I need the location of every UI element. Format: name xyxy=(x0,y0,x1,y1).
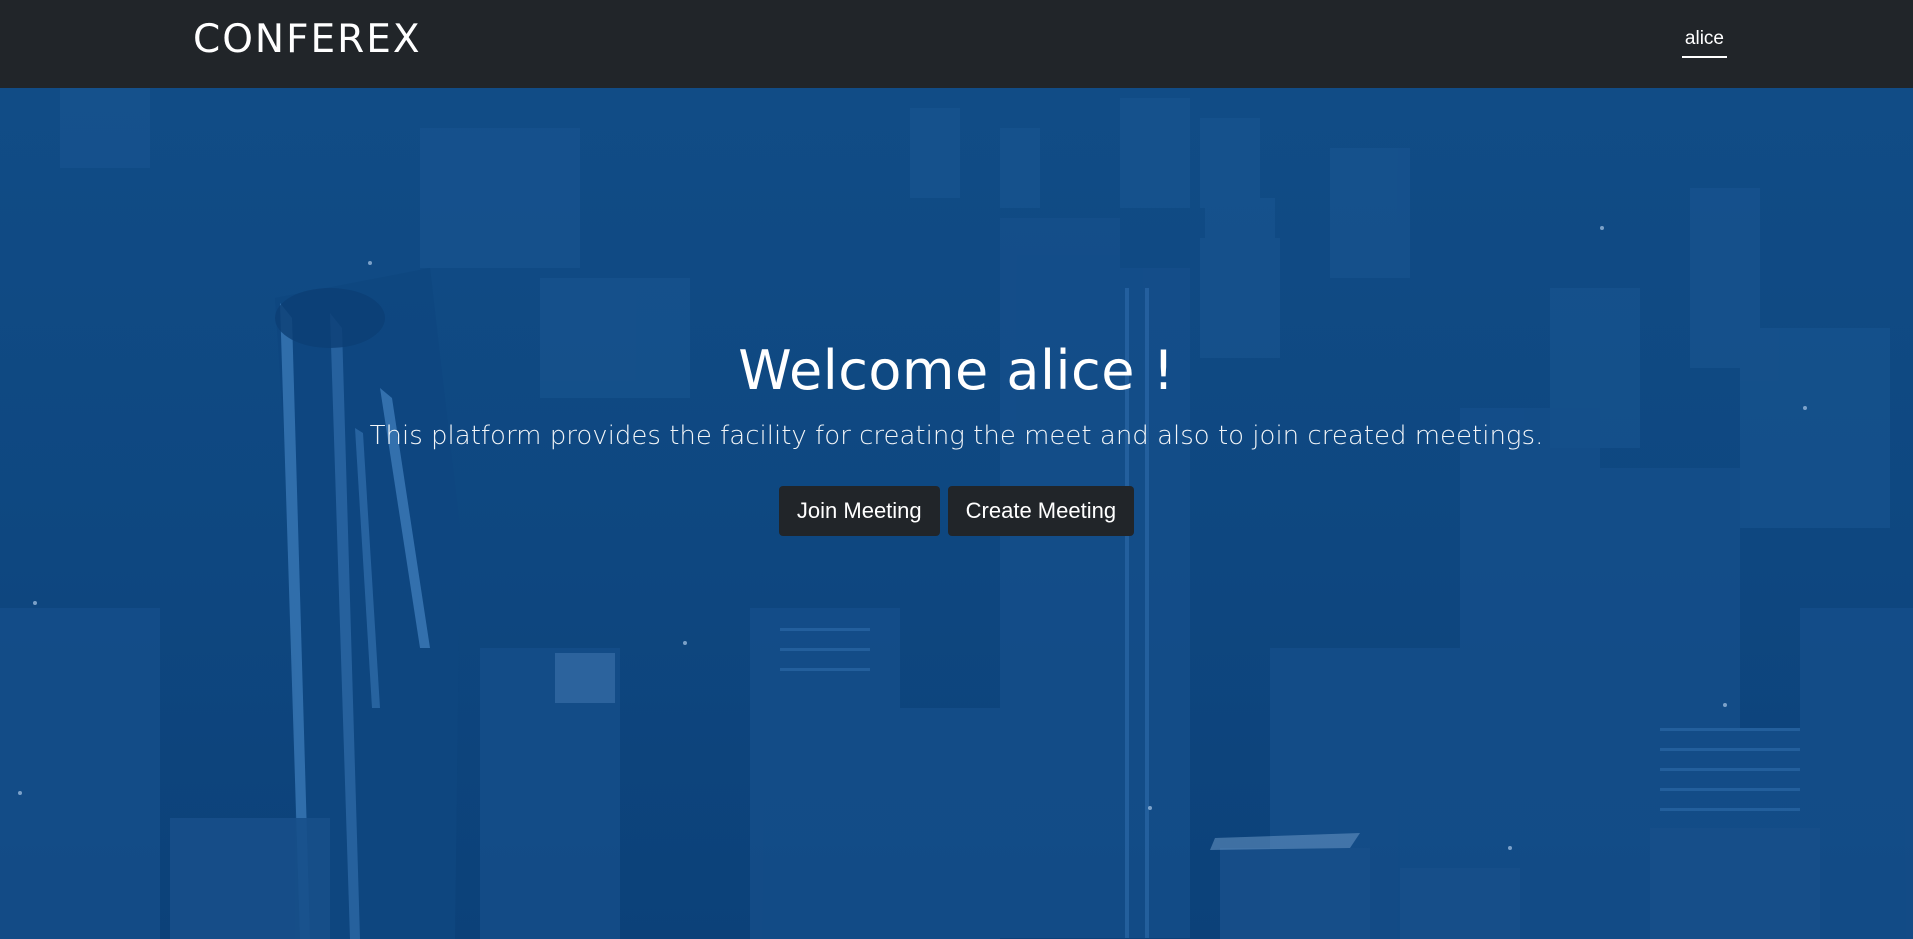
hero-content: Welcome alice ! This platform provides t… xyxy=(0,338,1913,536)
action-buttons: Join Meeting Create Meeting xyxy=(0,486,1913,536)
page: CONFEREX alice Welcome alice ! This plat… xyxy=(0,0,1913,939)
hero-section: Welcome alice ! This platform provides t… xyxy=(0,88,1913,939)
platform-description: This platform provides the facility for … xyxy=(369,421,1544,451)
welcome-heading: Welcome alice ! xyxy=(738,339,1175,402)
brand-logo[interactable]: CONFEREX xyxy=(193,16,422,64)
user-menu-link[interactable]: alice xyxy=(1681,26,1727,58)
create-meeting-button[interactable]: Create Meeting xyxy=(947,486,1135,536)
top-navbar: CONFEREX alice xyxy=(0,0,1913,88)
join-meeting-button[interactable]: Join Meeting xyxy=(778,486,940,536)
